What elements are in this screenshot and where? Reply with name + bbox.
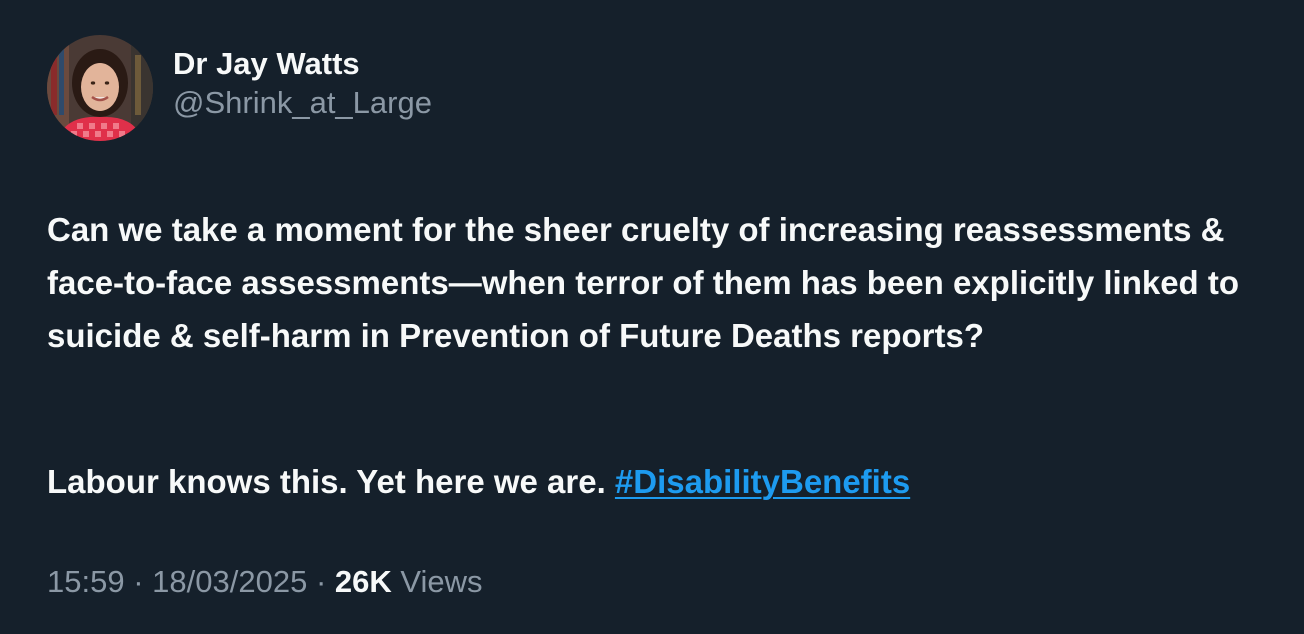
tweet-text-paragraph-2: Labour knows this. Yet here we are. #Dis… [47, 455, 1277, 508]
tweet-text-paragraph-1: Can we take a moment for the sheer cruel… [47, 211, 1240, 354]
tweet-header: Dr Jay Watts @Shrink_at_Large [47, 35, 432, 141]
views-count[interactable]: 26K [335, 564, 392, 599]
meta-separator: · [133, 564, 144, 599]
avatar[interactable] [47, 35, 153, 141]
hashtag-link[interactable]: #DisabilityBenefits [615, 463, 910, 500]
tweet-card: Dr Jay Watts @Shrink_at_Large Can we tak… [0, 0, 1304, 634]
author-names: Dr Jay Watts @Shrink_at_Large [173, 45, 432, 123]
views-label[interactable]: Views [400, 564, 482, 599]
tweet-time[interactable]: 15:59 [47, 564, 125, 599]
author-display-name[interactable]: Dr Jay Watts [173, 45, 432, 83]
profile-photo-icon [47, 35, 153, 141]
tweet-meta: 15:59 · 18/03/2025 · 26K Views [47, 560, 483, 604]
tweet-text-paragraph-2-text: Labour knows this. Yet here we are. [47, 463, 615, 500]
tweet-date[interactable]: 18/03/2025 [152, 564, 307, 599]
meta-separator: · [315, 564, 327, 599]
author-handle[interactable]: @Shrink_at_Large [173, 83, 432, 123]
